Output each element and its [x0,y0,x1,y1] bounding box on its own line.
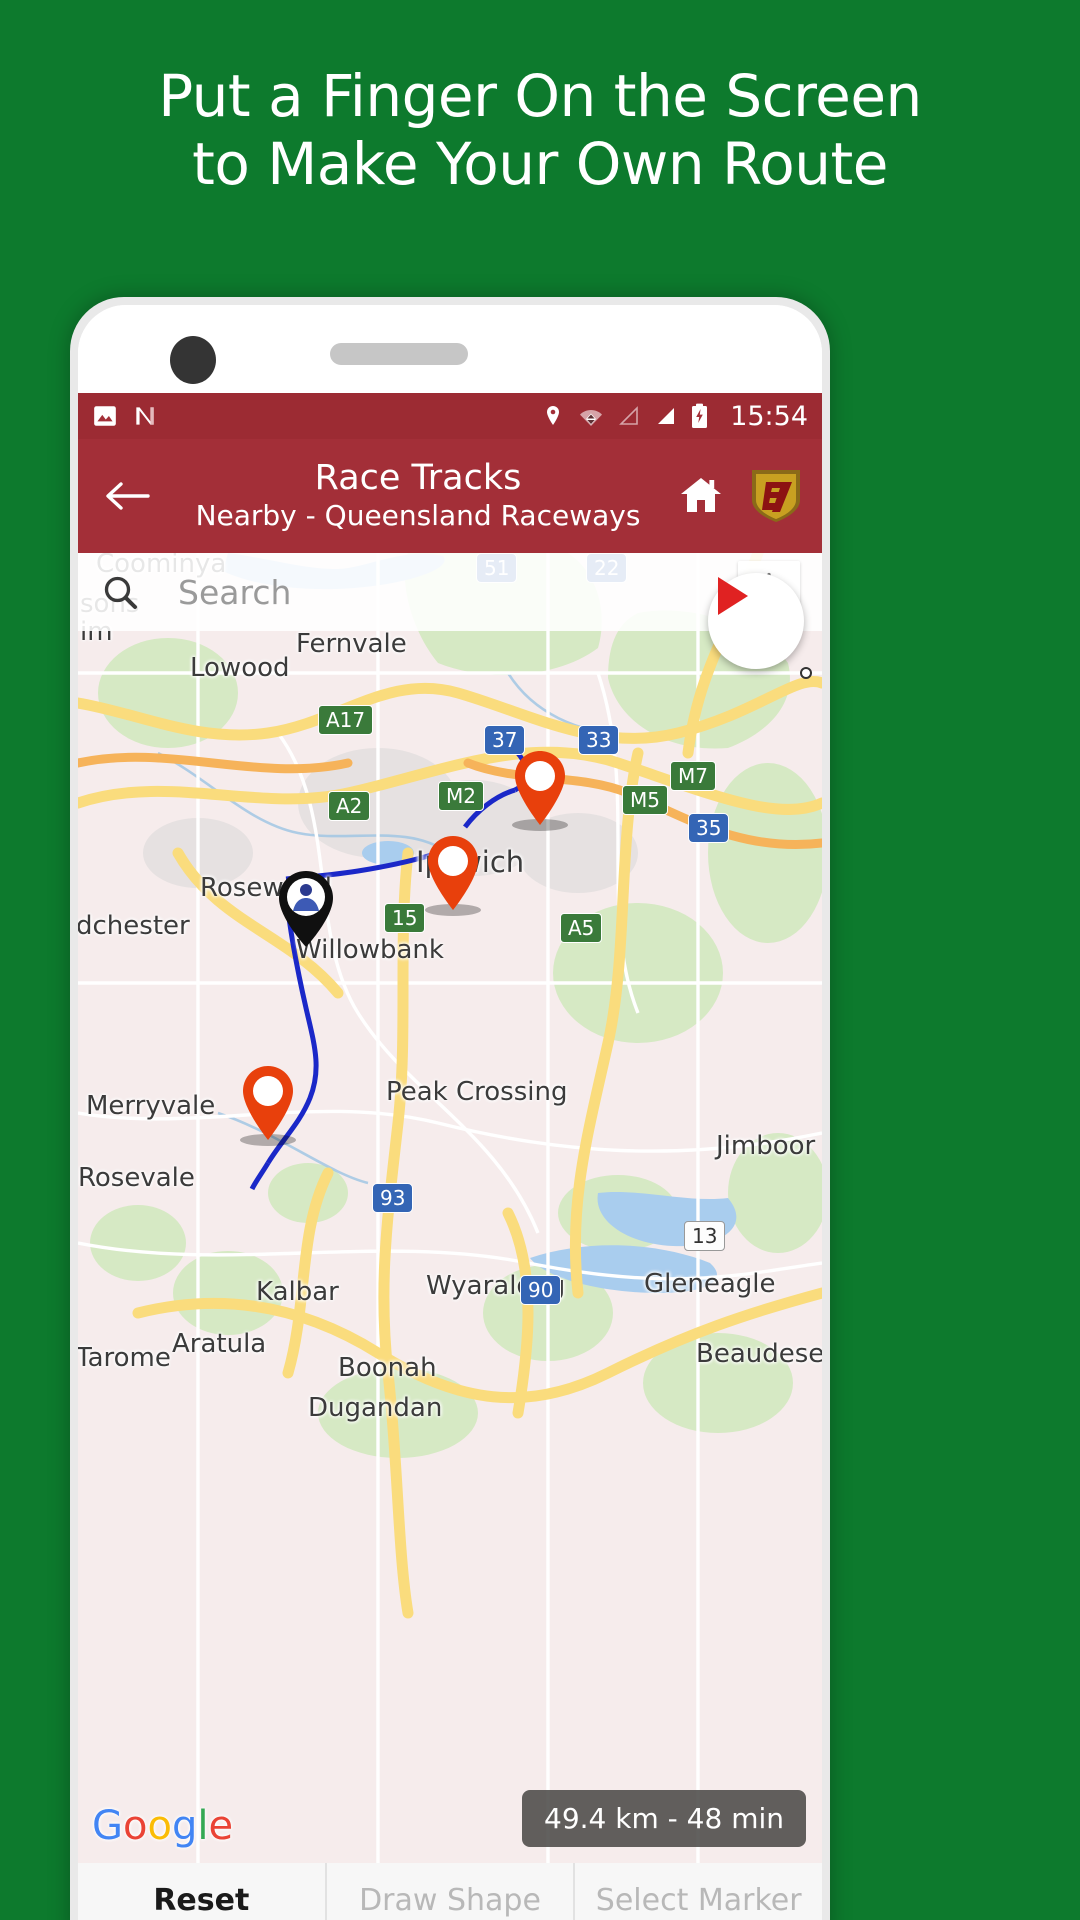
map-tiles [78,553,822,1863]
destination-marker-2[interactable] [423,834,483,916]
app-bar-titles: Race Tracks Nearby - Queensland Raceways [158,457,674,533]
promo-headline-line2: to Make Your Own Route [192,130,888,199]
bottom-action-bar: Reset Draw Shape Select Marker [78,1863,822,1920]
map-label: dchester [78,911,190,941]
promo-headline-line1: Put a Finger On the Screen [158,62,922,130]
play-route-icon [718,577,748,615]
map-label: Jimboor [716,1131,816,1161]
route-shield: 15 [384,903,426,933]
route-shield: 13 [684,1221,726,1251]
map-pin-icon [428,836,478,910]
map-label: Beaudeser [696,1339,822,1369]
promo-headline: Put a Finger On the Screen to Make Your … [0,62,1080,199]
back-button[interactable] [96,465,158,527]
map-label: Dugandan [308,1393,443,1423]
route-shield: 90 [520,1275,562,1305]
map-label: Rosevale [78,1163,195,1193]
map-canvas[interactable]: Coominya sons im Lowood Fernvale Rosewoo… [78,553,822,1863]
route-shield: A17 [318,705,374,735]
map-label: Kalbar [256,1277,339,1307]
location-icon [547,406,560,425]
person-pin-icon [279,871,333,947]
map-pin-icon [243,1066,293,1140]
distance-duration-badge: 49.4 km - 48 min [522,1790,806,1847]
page-title: Race Tracks [314,457,522,498]
status-bar-clock: 15:54 [730,400,808,432]
phone-mockup: 15:54 Race Tracks Nearby - Queensland Ra… [70,297,830,1920]
signal-off-icon [619,406,638,425]
wifi-icon [580,410,603,426]
route-shield: 33 [578,725,620,755]
map-label: Merryvale [86,1091,216,1121]
back-arrow-icon [106,482,150,510]
map-vertex-handle[interactable] [800,667,812,679]
route-shield: 35 [688,813,730,843]
map-label: Fernvale [296,629,407,659]
route-shield: M2 [438,781,484,811]
battery-charging-icon [692,403,708,428]
status-bar: 15:54 [78,393,822,439]
phone-top-bezel [78,305,822,393]
destination-marker-1[interactable] [510,749,570,831]
route-shield: M5 [622,785,668,815]
front-camera-icon [170,336,216,384]
map-label: Aratula [172,1329,267,1359]
route-shield: M7 [670,761,716,791]
destination-marker-3[interactable] [238,1064,298,1146]
status-bar-right-icons: 15:54 [541,401,808,432]
reset-button[interactable]: Reset [78,1863,327,1920]
google-attribution: Google [92,1803,234,1849]
map-label: Gleneagle [644,1269,776,1299]
earpiece-speaker [330,343,468,365]
nova-launcher-icon [136,407,154,425]
route-shield: A2 [328,791,371,821]
app-bar: Race Tracks Nearby - Queensland Raceways [78,439,822,553]
select-marker-button[interactable]: Select Marker [575,1863,822,1920]
search-icon [104,576,137,609]
origin-person-marker[interactable] [274,869,338,949]
draw-shape-button[interactable]: Draw Shape [327,1863,576,1920]
page-subtitle: Nearby - Queensland Raceways [195,499,641,533]
map-label: Tarome [78,1343,171,1373]
photo-icon [94,406,116,426]
ev-shield-logo-icon[interactable] [748,466,804,526]
start-route-button[interactable] [708,573,804,669]
map-label: Lowood [190,653,290,683]
status-bar-left-icons [92,403,158,429]
phone-screen: 15:54 Race Tracks Nearby - Queensland Ra… [78,393,822,1920]
route-shield: A5 [560,913,603,943]
signal-icon [658,408,675,424]
phone-bezel: 15:54 Race Tracks Nearby - Queensland Ra… [78,305,822,1920]
route-shield: 93 [372,1183,414,1213]
map-label: Peak Crossing [386,1077,568,1107]
home-icon[interactable] [674,472,728,520]
app-bar-actions [674,466,804,526]
search-input[interactable]: Search [178,573,291,612]
map-label: Boonah [338,1353,437,1383]
map-pin-icon [515,751,565,825]
